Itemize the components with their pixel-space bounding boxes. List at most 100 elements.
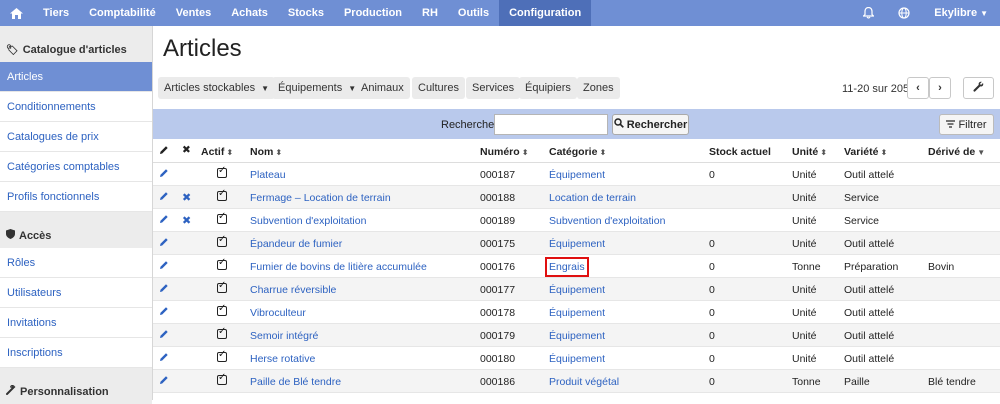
sort-icon: ⬍ — [275, 148, 283, 157]
sidebar-item-catalogues-de-prix[interactable]: Catalogues de prix — [0, 122, 152, 152]
nav-configuration[interactable]: Configuration — [499, 0, 592, 26]
nav-production[interactable]: Production — [334, 0, 412, 26]
edit-icon[interactable] — [159, 352, 169, 365]
cell-nom[interactable]: Épandeur de fumier — [250, 238, 342, 250]
cell-categorie[interactable]: Équipement — [549, 307, 605, 319]
filter-equipements[interactable]: Équipements ▼ — [272, 77, 363, 99]
col-numero[interactable]: Numéro ⬍ — [480, 146, 528, 158]
cell-nom[interactable]: Semoir intégré — [250, 330, 318, 342]
cell-nom[interactable]: Charrue réversible — [250, 284, 336, 296]
sidebar-item-articles[interactable]: Articles — [0, 62, 152, 92]
cell-variete: Outil attelé — [844, 238, 895, 250]
edit-icon[interactable] — [159, 191, 169, 204]
cell-unite: Unité — [792, 353, 817, 365]
nav-stocks[interactable]: Stocks — [278, 0, 334, 26]
edit-icon[interactable] — [159, 306, 169, 319]
sidebar-section-acces: Accès — [0, 212, 152, 248]
checkbox-checked-icon — [217, 372, 227, 385]
col-label: Numéro — [480, 146, 520, 158]
nav-outils[interactable]: Outils — [448, 0, 499, 26]
next-page-button[interactable]: › — [929, 77, 951, 99]
cell-stock: 0 — [709, 330, 715, 342]
cell-nom[interactable]: Fermage – Location de terrain — [250, 192, 391, 204]
nav-rh[interactable]: RH — [412, 0, 448, 26]
prev-page-button[interactable]: ‹ — [907, 77, 929, 99]
nav-ventes[interactable]: Ventes — [166, 0, 221, 26]
sidebar-item-categories-comptables[interactable]: Catégories comptables — [0, 152, 152, 182]
active-checkbox — [217, 188, 227, 204]
home-icon[interactable] — [0, 0, 33, 26]
cell-categorie[interactable]: Location de terrain — [549, 192, 636, 204]
table-header: ✖ Actif ⬍ Nom ⬍ Numéro ⬍ Catégorie ⬍ Stock a… — [153, 139, 1000, 163]
cell-nom[interactable]: Herse rotative — [250, 353, 315, 365]
checkbox-checked-icon — [217, 326, 227, 339]
filter-services[interactable]: Services — [466, 77, 521, 99]
sidebar-section-title: Accès — [19, 230, 52, 242]
globe-icon[interactable] — [886, 7, 922, 19]
table-row: Vibroculteur 000178 Équipement 0 Unité Outil … — [153, 301, 1000, 324]
sidebar-item-inscriptions[interactable]: Inscriptions — [0, 338, 152, 368]
filter-equipiers[interactable]: Équipiers — [519, 77, 577, 99]
sidebar-item-utilisateurs[interactable]: Utilisateurs — [0, 278, 152, 308]
cell-categorie[interactable]: Engrais — [545, 257, 589, 277]
cell-categorie[interactable]: Subvention d'exploitation — [549, 215, 665, 227]
cell-categorie[interactable]: Équipement — [549, 284, 605, 296]
edit-icon[interactable] — [159, 329, 169, 342]
nav-tiers[interactable]: Tiers — [33, 0, 79, 26]
search-input[interactable] — [494, 114, 608, 135]
col-variete[interactable]: Variété ⬍ — [844, 146, 887, 158]
nav-comptabilite[interactable]: Comptabilité — [79, 0, 166, 26]
bell-icon[interactable] — [851, 7, 886, 19]
top-navbar: Tiers Comptabilité Ventes Achats Stocks … — [0, 0, 1000, 26]
cell-derive: Bovin — [928, 261, 955, 273]
cell-numero: 000176 — [480, 261, 516, 273]
cell-nom[interactable]: Paille de Blé tendre — [250, 376, 341, 388]
cell-numero: 000186 — [480, 376, 516, 388]
cell-nom[interactable]: Fumier de bovins de litière accumulée — [250, 261, 427, 273]
table-row: ✖ Subvention d'exploitation 000189 Subventi… — [153, 209, 1000, 232]
edit-icon[interactable] — [159, 214, 169, 227]
checkbox-checked-icon — [217, 280, 227, 293]
filter-zones[interactable]: Zones — [577, 77, 620, 99]
cell-categorie[interactable]: Équipement — [549, 353, 605, 365]
edit-icon[interactable] — [159, 375, 169, 388]
col-label: Unité — [792, 146, 819, 158]
user-menu[interactable]: Ekylibre ▼ — [922, 7, 1000, 19]
cell-nom[interactable]: Vibroculteur — [250, 307, 306, 319]
table-row: Charrue réversible 000177 Équipement 0 Unité… — [153, 278, 1000, 301]
cell-unite: Unité — [792, 169, 817, 181]
cell-numero: 000180 — [480, 353, 516, 365]
search-button[interactable]: Rechercher — [612, 114, 689, 135]
cell-categorie[interactable]: Équipement — [549, 238, 605, 250]
pencil-icon — [159, 145, 169, 158]
sidebar-section-title: Personnalisation — [20, 386, 109, 398]
filter-articles-stockables[interactable]: Articles stockables ▼ — [158, 77, 276, 99]
delete-icon[interactable]: ✖ — [182, 191, 191, 204]
edit-icon[interactable] — [159, 283, 169, 296]
edit-icon[interactable] — [159, 237, 169, 250]
col-derive[interactable]: Dérivé de ▼ — [928, 146, 985, 158]
cell-categorie[interactable]: Produit végétal — [549, 376, 619, 388]
col-unite[interactable]: Unité ⬍ — [792, 146, 827, 158]
edit-icon[interactable] — [159, 168, 169, 181]
sidebar-item-invitations[interactable]: Invitations — [0, 308, 152, 338]
filter-button[interactable]: Filtrer — [939, 114, 994, 135]
sidebar-item-profils-fonctionnels[interactable]: Profils fonctionnels — [0, 182, 152, 212]
cell-nom[interactable]: Subvention d'exploitation — [250, 215, 366, 227]
nav-achats[interactable]: Achats — [221, 0, 278, 26]
cell-variete: Outil attelé — [844, 169, 895, 181]
col-actif[interactable]: Actif ⬍ — [201, 146, 233, 158]
filter-animaux[interactable]: Animaux — [355, 77, 410, 99]
sidebar-item-conditionnements[interactable]: Conditionnements — [0, 92, 152, 122]
cell-nom[interactable]: Plateau — [250, 169, 286, 181]
cell-unite: Unité — [792, 192, 817, 204]
col-nom[interactable]: Nom ⬍ — [250, 146, 282, 158]
cell-categorie[interactable]: Équipement — [549, 169, 605, 181]
col-categorie[interactable]: Catégorie ⬍ — [549, 146, 606, 158]
settings-button[interactable] — [963, 77, 994, 99]
delete-icon[interactable]: ✖ — [182, 214, 191, 227]
sidebar-item-roles[interactable]: Rôles — [0, 248, 152, 278]
filter-cultures[interactable]: Cultures — [412, 77, 465, 99]
edit-icon[interactable] — [159, 260, 169, 273]
cell-categorie[interactable]: Équipement — [549, 330, 605, 342]
